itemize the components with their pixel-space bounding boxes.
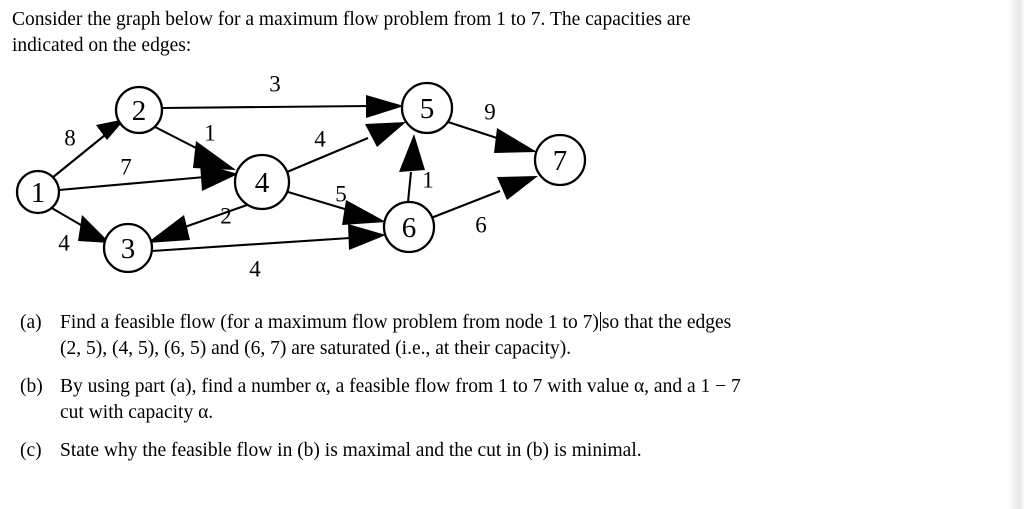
question-c-line1: State why the feasible flow in (b) is ma… [60, 440, 642, 461]
edge-label-4-6: 5 [335, 182, 347, 207]
edge-label-2-5: 3 [269, 72, 281, 97]
node-label-6: 6 [402, 212, 417, 244]
node-label-7: 7 [553, 145, 568, 177]
node-label-5: 5 [420, 93, 435, 125]
arrow-head-6-5 [399, 134, 425, 172]
arrow-head-4-5 [365, 122, 406, 147]
edge-4-to-5 [286, 122, 406, 173]
edge-label-4-5: 4 [314, 127, 326, 152]
question-body-b: By using part (a), find a number α, a fe… [60, 374, 1002, 426]
edge-label-1-2: 8 [64, 126, 76, 151]
question-item-a: (a) Find a feasible flow (for a maximum … [12, 310, 1002, 362]
arrow-head-4-3 [147, 215, 190, 243]
question-item-b: (b) By using part (a), find a number α, … [12, 374, 1002, 426]
graph-node-4: 4 [233, 153, 291, 211]
graph-node-3: 3 [102, 222, 154, 274]
question-a-line1-after-cursor: so that the edges [601, 312, 732, 333]
question-marker-c: (c) [20, 440, 42, 461]
edge-label-6-7: 6 [475, 213, 487, 238]
edge-6-to-5 [399, 134, 425, 203]
intro-line-2: indicated on the edges: [12, 35, 192, 56]
edge-label-6-5: 1 [422, 168, 434, 193]
edge-4-to-3 [147, 204, 248, 243]
edge-label-1-4: 7 [120, 155, 132, 180]
flow-network-figure: 8 7 4 3 1 4 2 5 4 1 9 6 1 2 3 4 5 6 7 [0, 60, 620, 300]
graph-node-1: 1 [15, 169, 61, 215]
edge-label-2-4: 1 [204, 121, 216, 146]
intro-line-1: Consider the graph below for a maximum f… [12, 9, 691, 30]
edge-2-to-4 [154, 126, 236, 170]
edge-label-5-7: 9 [484, 100, 496, 125]
page-right-edge-shading [1008, 0, 1024, 509]
page-canvas: Consider the graph below for a maximum f… [0, 0, 1024, 509]
question-body-a: Find a feasible flow (for a maximum flow… [60, 310, 1002, 362]
edge-2-to-5 [161, 95, 404, 118]
node-label-4: 4 [255, 167, 270, 199]
graph-node-6: 6 [382, 200, 436, 254]
question-marker-b: (b) [20, 376, 43, 397]
edge-label-4-3: 2 [220, 204, 232, 229]
arrow-head-3-6 [348, 224, 386, 250]
graph-node-2: 2 [114, 85, 164, 135]
node-label-2: 2 [132, 95, 147, 127]
questions-list: (a) Find a feasible flow (for a maximum … [12, 310, 1002, 476]
node-label-3: 3 [121, 233, 136, 265]
question-body-c: State why the feasible flow in (b) is ma… [60, 438, 1002, 464]
edge-label-3-6: 4 [249, 257, 261, 282]
question-a-line1-before-cursor: Find a feasible flow (for a maximum flow… [60, 312, 599, 333]
edge-label-1-3: 4 [58, 231, 70, 256]
question-b-line2: cut with capacity α. [60, 402, 214, 423]
text-cursor-caret [599, 312, 601, 331]
flow-network-svg: 8 7 4 3 1 4 2 5 4 1 9 6 1 2 3 4 5 6 7 [15, 72, 587, 282]
question-marker-a: (a) [20, 312, 42, 333]
arrow-head-5-7 [494, 128, 537, 153]
question-a-line2: (2, 5), (4, 5), (6, 5) and (6, 7) are sa… [60, 338, 572, 359]
arrow-head-6-7 [497, 176, 538, 200]
node-label-1: 1 [31, 177, 46, 209]
question-item-c: (c) State why the feasible flow in (b) i… [12, 438, 1002, 464]
arrow-head-4-6 [342, 200, 386, 225]
intro-paragraph: Consider the graph below for a maximum f… [12, 7, 998, 59]
question-b-line1: By using part (a), find a number α, a fe… [60, 376, 741, 397]
arrow-head-2-5 [366, 95, 404, 118]
edge-5-to-7 [447, 121, 537, 153]
edge-1-to-2 [51, 119, 125, 179]
graph-node-7: 7 [533, 133, 587, 187]
graph-node-5: 5 [400, 81, 454, 135]
